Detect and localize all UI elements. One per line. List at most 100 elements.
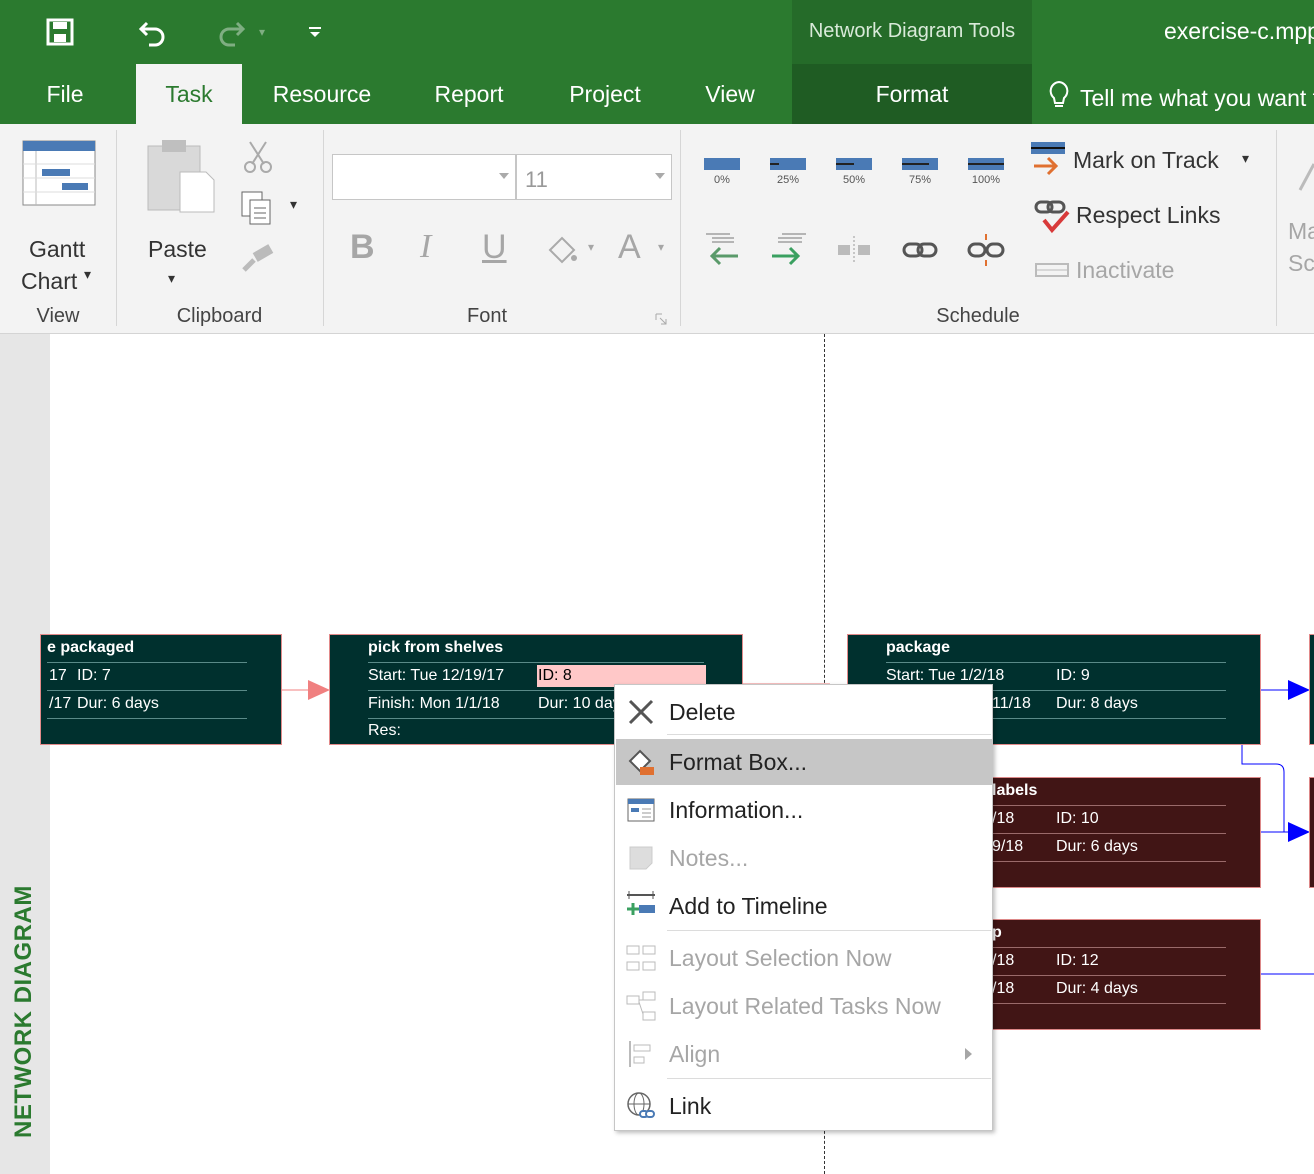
lightbulb-icon [1048,80,1070,116]
menu-item-label: Link [669,1092,712,1119]
contextual-tools-title: Network Diagram Tools [808,20,1016,42]
task-finish-fragment: 11/18 [992,695,1031,712]
tab-project[interactable]: Project [556,64,654,124]
redo-dropdown-icon: ▾ [258,25,266,39]
view-label: NETWORK DIAGRAM [10,885,37,1138]
task-start-fragment: /18 [992,810,1015,827]
link-tasks-icon[interactable] [900,232,940,268]
task-name: labels [992,782,1038,799]
unlink-tasks-icon[interactable] [966,232,1006,268]
indent-task-icon[interactable] [768,230,808,270]
tell-me-search[interactable]: Tell me what you want to do [1048,80,1314,116]
menu-item-layout-selection: Layout Selection Now [616,935,992,981]
menu-item-label: Delete [669,698,736,725]
task-finish-fragment: /18 [992,980,1015,997]
task-finish-fragment: 9/18 [992,838,1024,855]
mark-on-track-icon[interactable] [1030,140,1066,180]
task-duration: Dur: 6 days [77,695,159,712]
font-size-value: 11 [525,167,548,192]
copy-dropdown-icon[interactable]: ▾ [290,196,297,213]
gantt-chart-icon[interactable] [22,140,96,206]
mark-on-track-dropdown-icon[interactable]: ▾ [1242,150,1249,167]
undo-icon[interactable] [132,12,172,52]
menu-item-label: Format Box... [669,748,808,775]
node-divider [886,662,1226,663]
add-to-timeline-icon [616,883,666,929]
format-painter-icon [240,244,276,274]
outdent-task-icon[interactable] [704,230,744,270]
respect-links-icon[interactable] [1034,198,1070,234]
paste-dropdown-icon[interactable]: ▾ [168,270,175,287]
percent-bar-icon [836,158,872,170]
manually-schedule-icon[interactable] [1296,160,1314,210]
menu-item-notes: Notes... [616,835,992,881]
menu-item-layout-related: Layout Related Tasks Now [616,983,992,1029]
task-node-offscreen[interactable] [1309,634,1314,745]
task-id: ID: 12 [1056,952,1099,969]
percent-25-button[interactable]: 25% [768,158,808,186]
chevron-down-icon [499,173,509,179]
percent-bar-icon [968,158,1004,170]
customize-qat-icon[interactable] [298,12,332,52]
manually-schedule-label-2[interactable]: Sc [1288,250,1314,277]
task-name: pick from shelves [368,639,504,656]
manually-schedule-label-1[interactable]: Ma [1288,218,1314,245]
menu-separator [667,930,991,931]
align-icon [616,1031,666,1077]
menu-item-label: Notes... [669,844,749,871]
document-title: exercise-c.mpp [1164,18,1314,44]
node-divider [47,662,247,663]
task-finish: Finish: Mon 1/1/18 [368,695,500,712]
task-node[interactable]: e packaged 17 ID: 7 /17 Dur: 6 days [40,634,282,745]
information-icon [616,787,666,833]
menu-item-information[interactable]: Information... [616,787,992,833]
underline-button: U [482,228,507,266]
group-divider [680,130,681,326]
percent-75-label: 75% [908,174,932,186]
respect-links-label[interactable]: Respect Links [1076,202,1220,229]
paste-icon[interactable] [146,138,216,214]
inactivate-label: Inactivate [1076,257,1175,283]
font-dialog-launcher-icon [654,312,668,326]
percent-100-button[interactable]: 100% [966,158,1006,186]
chevron-right-icon [965,1048,972,1060]
link-arrowhead [1288,822,1310,842]
task-start-fragment: 17 [49,667,67,684]
tab-file[interactable]: File [20,64,110,124]
format-box-icon [616,739,666,785]
context-menu: Delete Format Box... Information... Note… [614,684,993,1131]
percent-50-button[interactable]: 50% [834,158,874,186]
title-bar [0,0,1314,64]
fill-color-icon [544,232,580,268]
gantt-label-2[interactable]: Chart [21,268,77,295]
menu-item-delete[interactable]: Delete [616,689,992,735]
task-resources: Res: [368,722,401,739]
font-size-combo[interactable]: 11 [516,154,672,200]
gantt-dropdown-icon[interactable]: ▾ [84,266,91,283]
menu-item-add-to-timeline[interactable]: Add to Timeline [616,883,992,929]
menu-item-format-box[interactable]: Format Box... [616,739,992,785]
font-group-label: Font [466,305,508,327]
mark-on-track-label[interactable]: Mark on Track [1073,147,1219,174]
font-name-combo[interactable] [332,154,516,200]
copy-icon[interactable] [238,190,274,226]
percent-25-label: 25% [776,174,800,186]
tab-task[interactable]: Task [136,64,242,124]
save-icon[interactable] [40,12,80,52]
task-node-offscreen[interactable] [1309,777,1314,888]
tab-report[interactable]: Report [420,64,518,124]
menu-item-link[interactable]: Link [616,1083,992,1129]
bold-button: B [350,228,375,266]
paste-label[interactable]: Paste [148,236,207,263]
task-duration: Dur: 6 days [1056,838,1138,855]
percent-75-button[interactable]: 75% [900,158,940,186]
gantt-label-1[interactable]: Gantt [29,236,85,263]
task-name: e packaged [47,639,135,656]
tab-format[interactable]: Format [792,64,1032,124]
node-divider [47,718,247,719]
percent-0-button[interactable]: 0% [702,158,742,186]
group-divider [116,130,117,326]
menu-item-align: Align [616,1031,992,1077]
tab-view[interactable]: View [690,64,770,124]
tab-resource[interactable]: Resource [262,64,382,124]
